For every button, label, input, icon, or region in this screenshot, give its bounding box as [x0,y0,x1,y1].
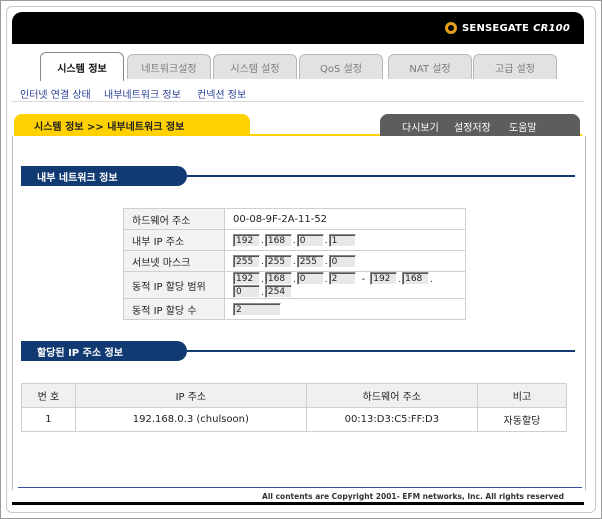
brand-logo-icon [445,22,458,34]
content-panel: 내부 네트워크 정보 하드웨어 주소 00-08-9F-2A-11-52 내부 … [12,136,586,490]
save-settings-button[interactable]: 설정저장 [454,119,491,134]
range-end-octet-4[interactable]: 254 [264,285,292,298]
cell-ip: 192.168.0.3 (chulsoon) [74,407,307,432]
subnet-mask-value: 255. 255. 255. 0 [224,250,466,272]
range-start-octet-2[interactable]: 168 [264,272,292,285]
tab-qos-settings[interactable]: QoS 설정 [299,54,383,79]
tab-system-settings[interactable]: 시스템 설정 [213,54,297,79]
tab-network-settings[interactable]: 네트워크설정 [127,54,211,79]
tab-advanced-settings[interactable]: 고급 설정 [473,54,557,79]
mask-octet-3[interactable]: 255 [296,254,324,268]
range-start-octet-3[interactable]: 0 [296,272,324,285]
ip-octet-1[interactable]: 192 [233,233,260,247]
brand-logo: SENSEGATE CR100 [445,21,570,35]
cell-number: 1 [21,407,76,432]
bottom-bar [12,502,584,505]
page-title-bar: 시스템 정보 >> 내부네트워크 정보 다시보기 설정저장 도움말 [12,114,584,137]
table-header-row: 번 호 IP 주소 하드웨어 주소 비고 [21,383,568,408]
tab-nat-settings[interactable]: NAT 설정 [388,54,472,79]
table-row: 1 192.168.0.3 (chulsoon) 00:13:D3:C5:FF:… [21,407,568,432]
assigned-ip-table: 번 호 IP 주소 하드웨어 주소 비고 1 192.168.0.3 (chul… [21,383,568,432]
subnav-internet-status[interactable]: 인터넷 연결 상태 [20,86,91,101]
range-end-octet-3[interactable]: 0 [233,285,260,298]
footer-divider [18,487,582,488]
breadcrumb: 시스템 정보 >> 내부네트워크 정보 [14,114,250,136]
ip-octet-2[interactable]: 168 [264,233,292,247]
brand-name: SENSEGATE [462,22,530,34]
mask-octet-4[interactable]: 0 [328,254,356,268]
brand-model: CR100 [533,22,570,34]
section-divider [187,175,575,177]
ip-octet-3[interactable]: 0 [296,233,324,247]
range-end-octet-1[interactable]: 192 [370,272,398,285]
help-button[interactable]: 도움말 [509,119,537,134]
col-header-note: 비고 [476,383,568,408]
copyright-footer: All contents are Copyright 2001- EFM net… [262,492,564,501]
section-title-assigned-ip: 할당된 IP 주소 정보 [21,341,187,361]
mac-label: 하드웨어 주소 [123,208,225,230]
subnav-internal-network[interactable]: 내부네트워크 정보 [104,86,181,101]
ip-value: 192. 168. 0. 1 [224,229,466,251]
mask-octet-2[interactable]: 255 [264,254,292,268]
refresh-button[interactable]: 다시보기 [402,119,439,134]
section-divider [187,350,575,352]
mac-value: 00-08-9F-2A-11-52 [224,208,466,230]
dhcp-range-value: 192. 168. 0. 2-192. 168.0. 254 [224,271,466,299]
range-start-octet-1[interactable]: 192 [233,272,260,285]
section-title-internal-network: 내부 네트워크 정보 [21,166,187,186]
sub-navigation: 인터넷 연결 상태 내부네트워크 정보 컨넥션 정보 [12,84,584,102]
col-header-ip: IP 주소 [74,383,307,408]
header-bar: SENSEGATE CR100 [12,12,584,44]
subnav-connection-info[interactable]: 컨넥션 정보 [197,86,246,101]
range-start-octet-4[interactable]: 2 [328,272,356,285]
dhcp-range-label: 동적 IP 할당 범위 [123,271,225,299]
main-tabs: 시스템 정보 네트워크설정 시스템 설정 QoS 설정 NAT 설정 고급 설정 [12,44,584,86]
internal-network-table: 하드웨어 주소 00-08-9F-2A-11-52 내부 IP 주소 192. 1… [123,208,466,320]
tab-system-info[interactable]: 시스템 정보 [40,52,124,81]
cell-mac: 00:13:D3:C5:FF:D3 [305,407,478,432]
dhcp-count-label: 동적 IP 할당 수 [123,298,225,320]
ip-octet-4[interactable]: 1 [328,233,356,247]
mask-octet-1[interactable]: 255 [233,254,260,268]
subnet-mask-label: 서브넷 마스크 [123,250,225,272]
range-end-octet-2[interactable]: 168 [402,272,430,285]
cell-note: 자동할당 [476,407,568,432]
ip-label: 내부 IP 주소 [123,229,225,251]
action-buttons: 다시보기 설정저장 도움말 [380,114,580,136]
col-header-mac: 하드웨어 주소 [305,383,478,408]
dhcp-count-value: 2 [224,298,466,320]
col-header-number: 번 호 [21,383,76,408]
dhcp-count-field[interactable]: 2 [233,302,281,316]
